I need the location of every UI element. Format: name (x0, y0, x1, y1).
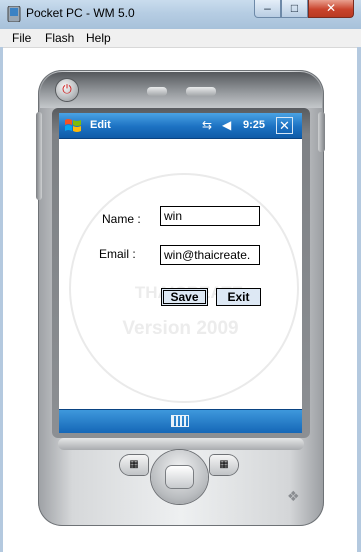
status-time[interactable]: 9:25 (243, 119, 265, 131)
windows-flag-icon: ❖ (287, 488, 300, 504)
app-icon (7, 6, 21, 22)
soft-key-left[interactable]: ▦ (120, 455, 148, 475)
status-title: Edit (90, 119, 111, 131)
window-frame-right (357, 47, 361, 552)
power-button[interactable]: ⏻ (56, 79, 78, 101)
close-button[interactable]: ✕ (308, 0, 354, 18)
window-title: Pocket PC - WM 5.0 (26, 6, 135, 20)
watermark-version: Version 2009 (122, 318, 239, 339)
name-label: Name : (102, 212, 141, 226)
device-screen: Edit ⇆ ◀ 9:25 ✕ THAICREATE Version 2009 … (59, 113, 302, 433)
device-top (40, 72, 322, 108)
action-button[interactable] (166, 466, 193, 488)
menu-item-flash[interactable]: Flash (45, 31, 74, 45)
lower-bezel-strip (58, 438, 304, 450)
menu-bar: File Flash Help (0, 29, 361, 48)
email-field[interactable]: win@thaicreate. (160, 245, 260, 265)
keyboard-icon[interactable] (171, 415, 189, 427)
command-bar (59, 409, 302, 433)
menu-item-help[interactable]: Help (86, 31, 111, 45)
indicator-left (147, 87, 167, 96)
window-frame-left (0, 47, 3, 552)
name-field[interactable]: win (160, 206, 260, 226)
save-button[interactable]: Save (161, 288, 208, 306)
status-bar: Edit ⇆ ◀ 9:25 ✕ (59, 113, 302, 139)
start-menu-icon[interactable] (64, 117, 82, 134)
minimize-button[interactable]: – (254, 0, 281, 18)
email-label: Email : (99, 247, 136, 261)
indicator-right (186, 87, 216, 96)
power-icon: ⏻ (62, 82, 72, 96)
exit-button[interactable]: Exit (216, 288, 261, 306)
contacts-icon: ▦ (219, 459, 229, 470)
screen-close-button[interactable]: ✕ (276, 117, 293, 134)
maximize-button[interactable]: □ (281, 0, 308, 18)
side-button-right[interactable] (318, 112, 325, 152)
menu-item-file[interactable]: File (12, 31, 31, 45)
calendar-icon: ▦ (129, 459, 139, 470)
connectivity-icon[interactable]: ⇆ (202, 118, 212, 132)
window-titlebar: Pocket PC - WM 5.0 – □ ✕ (0, 0, 361, 30)
side-button-left[interactable] (36, 112, 42, 200)
soft-key-right[interactable]: ▦ (210, 455, 238, 475)
speaker-icon[interactable]: ◀ (222, 118, 231, 132)
